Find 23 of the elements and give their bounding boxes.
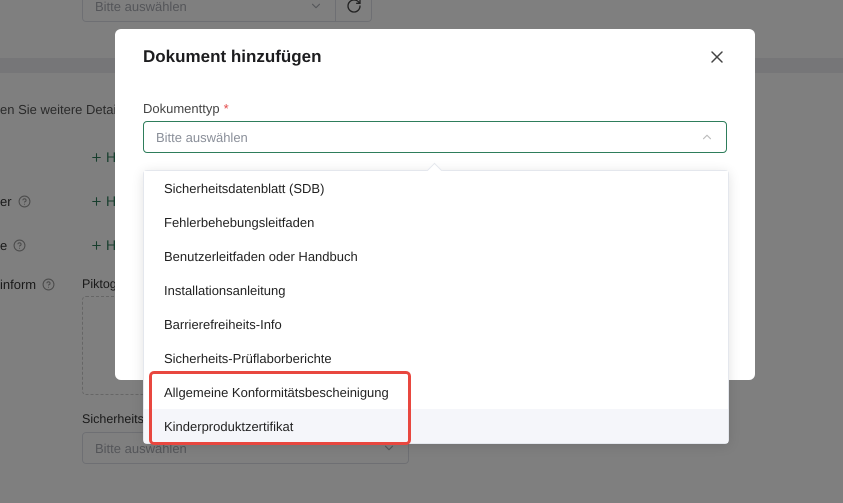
- dropdown-option[interactable]: Sicherheits-Prüflaborberichte: [144, 341, 728, 375]
- refresh-icon: [346, 0, 362, 14]
- field-label: Sicherheits: [82, 411, 144, 427]
- field-label: er: [0, 194, 12, 208]
- description-text: en Sie weitere Detai: [0, 102, 116, 118]
- dropdown-option[interactable]: Allgemeine Konformitätsbescheinigung: [144, 375, 728, 409]
- plus-icon: [90, 238, 103, 252]
- help-icon: [18, 194, 31, 208]
- dropdown-option[interactable]: Installationsanleitung: [144, 273, 728, 307]
- dialog-title: Dokument hinzufügen: [143, 47, 322, 67]
- field-label: e: [0, 238, 8, 252]
- dropdown-option[interactable]: Barrierefreiheits-Info: [144, 307, 728, 341]
- required-mark: *: [224, 101, 229, 116]
- dropdown-option[interactable]: Sicherheitsdatenblatt (SDB): [144, 171, 728, 205]
- field-label: inform: [0, 277, 36, 292]
- dropdown-option[interactable]: Fehlerbehebungsleitfaden: [144, 205, 728, 239]
- help-icon: [13, 238, 26, 252]
- dropdown-option[interactable]: Kinderproduktzertifikat: [144, 409, 728, 443]
- field-label: Dokumenttyp: [143, 101, 220, 116]
- dropdown-option[interactable]: Benutzerleitfaden oder Handbuch: [144, 239, 728, 273]
- help-icon: [42, 278, 56, 291]
- plus-icon: [90, 150, 103, 164]
- plus-icon: [90, 194, 103, 208]
